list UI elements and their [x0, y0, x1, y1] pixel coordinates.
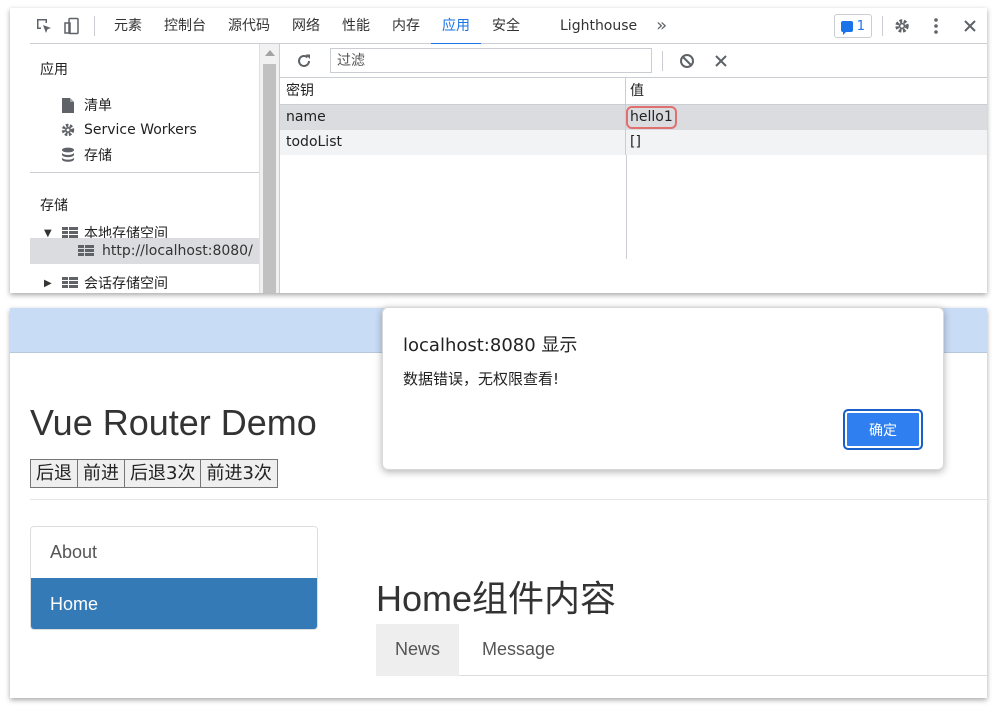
forward-3-button[interactable]: 前进3次	[200, 459, 278, 488]
issues-badge[interactable]: 1	[833, 14, 872, 38]
sidebar-heading-application: 应用	[40, 62, 68, 78]
settings-gear-icon[interactable]	[885, 8, 919, 44]
nav-link-about[interactable]: About	[31, 527, 317, 578]
nav-link-home[interactable]: Home	[31, 578, 317, 629]
filter-input[interactable]	[330, 48, 652, 73]
expanded-triangle-icon[interactable]: ▼	[44, 228, 54, 239]
tab-message[interactable]: Message	[459, 624, 571, 676]
devtools-toolbar: 元素 控制台 源代码 网络 性能 内存 应用 安全 Lighthouse » 1	[30, 8, 987, 45]
table-grid-icon	[78, 245, 94, 257]
sidebar-item-label: http://localhost:8080/	[102, 243, 253, 259]
database-icon	[60, 147, 76, 163]
filter-divider	[662, 50, 663, 71]
tab-elements[interactable]: 元素	[103, 8, 153, 44]
issues-count: 1	[856, 18, 865, 34]
application-sidebar: 应用 清单 Service Workers 存储 存储 ▼ 本地存储空间 htt…	[30, 44, 259, 293]
row-key: name	[280, 105, 626, 130]
history-buttons: 后退 前进 后退3次 前进3次	[30, 459, 278, 488]
collapsed-triangle-icon[interactable]: ▶	[44, 278, 54, 289]
back-button[interactable]: 后退	[30, 459, 78, 488]
sidebar-item-label: 存储	[84, 148, 112, 164]
tab-performance[interactable]: 性能	[331, 8, 381, 44]
tab-console[interactable]: 控制台	[153, 8, 217, 44]
alert-dialog: localhost:8080 显示 数据错误，无权限查看! 确定	[382, 307, 944, 470]
page-divider	[30, 499, 987, 500]
tab-lighthouse[interactable]: Lighthouse	[549, 8, 648, 44]
sidebar-item-service-workers[interactable]: Service Workers	[60, 118, 197, 142]
sidebar-item-session-storage[interactable]: ▶ 会话存储空间	[44, 271, 168, 293]
storage-filter-bar	[280, 44, 987, 78]
forward-button[interactable]: 前进	[77, 459, 125, 488]
column-divider	[626, 155, 627, 259]
toolbar-divider	[882, 16, 883, 36]
key-value-table: 密钥 值 name hello1 todoList []	[280, 78, 987, 155]
column-header-value[interactable]: 值	[626, 78, 987, 104]
tab-sources[interactable]: 源代码	[217, 8, 281, 44]
row-key: todoList	[280, 130, 626, 155]
row-value: []	[630, 134, 641, 150]
sidebar-item-manifest[interactable]: 清单	[60, 93, 112, 117]
gear-icon	[60, 122, 76, 138]
table-header-row: 密钥 值	[280, 78, 987, 105]
sidebar-divider	[30, 172, 259, 173]
column-header-key[interactable]: 密钥	[280, 78, 626, 104]
clear-all-icon[interactable]	[673, 47, 701, 75]
sidebar-scrollbar[interactable]	[259, 44, 279, 293]
sidebar-heading-storage: 存储	[40, 198, 68, 214]
table-row[interactable]: name hello1	[280, 105, 987, 130]
refresh-icon[interactable]	[290, 47, 318, 75]
sidebar-item-storage[interactable]: 存储	[60, 143, 112, 167]
inspect-element-icon[interactable]	[30, 12, 58, 40]
devtools-window: 元素 控制台 源代码 网络 性能 内存 应用 安全 Lighthouse » 1	[10, 8, 987, 293]
more-options-icon[interactable]	[919, 8, 953, 44]
sidebar-item-label: Service Workers	[84, 122, 197, 138]
close-devtools-icon[interactable]	[953, 8, 987, 44]
sidebar-item-label: 会话存储空间	[84, 276, 168, 292]
device-toggle-icon[interactable]	[58, 12, 86, 40]
tab-application[interactable]: 应用	[431, 8, 481, 45]
message-icon	[840, 20, 853, 35]
row-value-highlighted[interactable]: hello1	[626, 106, 677, 129]
dialog-message: 数据错误，无权限查看!	[403, 370, 560, 388]
table-row[interactable]: todoList []	[280, 130, 987, 155]
scroll-up-arrow-icon[interactable]	[265, 50, 275, 56]
home-tabs: News Message	[376, 624, 987, 676]
home-heading: Home组件内容	[376, 578, 617, 619]
row-value-cell: hello1	[626, 105, 987, 130]
more-tabs-icon[interactable]: »	[648, 15, 675, 36]
delete-selected-icon[interactable]	[707, 47, 735, 75]
scrollbar-thumb[interactable]	[263, 64, 276, 293]
back-3-button[interactable]: 后退3次	[124, 459, 202, 488]
ok-button[interactable]: 确定	[843, 409, 923, 450]
tab-memory[interactable]: 内存	[381, 8, 431, 44]
toolbar-divider	[94, 15, 95, 36]
page-title: Vue Router Demo	[30, 402, 317, 443]
table-grid-icon	[62, 277, 78, 289]
tab-network[interactable]: 网络	[281, 8, 331, 44]
dialog-title: localhost:8080 显示	[403, 335, 578, 356]
sidebar-item-localhost-origin[interactable]: http://localhost:8080/	[78, 239, 253, 263]
sidebar-item-label: 清单	[84, 98, 112, 114]
tab-news[interactable]: News	[376, 624, 460, 676]
tab-security[interactable]: 安全	[481, 8, 531, 44]
file-icon	[60, 97, 76, 113]
route-nav-list: About Home	[30, 526, 318, 630]
storage-panel: 密钥 值 name hello1 todoList []	[279, 44, 987, 293]
